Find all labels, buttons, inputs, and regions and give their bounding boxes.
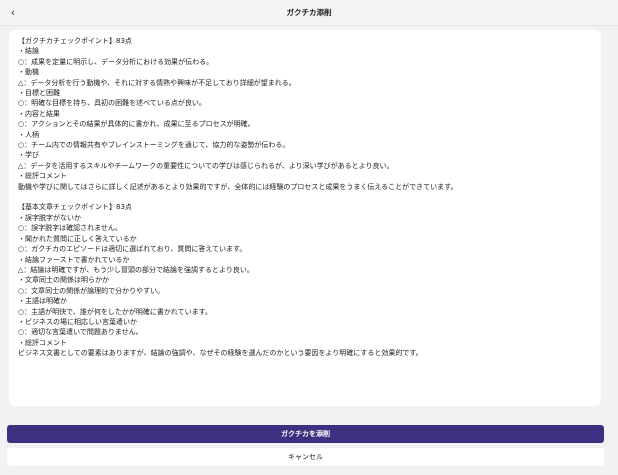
page-title: ガクチカ添削 [286, 8, 332, 17]
cancel-button[interactable]: キャンセル [7, 448, 604, 466]
section-1-line: 動機や学びに関してはさらに詳しく記述があるとより効果的ですが、全体的には経験のプ… [18, 182, 458, 191]
section-2-line: ○：主語が明快で、誰が何をしたかが明確に書かれています。 [18, 307, 212, 316]
section-1-line: ○：アクションとその結果が具体的に書かれ、成果に至るプロセスが明確。 [18, 120, 255, 129]
gakuchika-correct-button[interactable]: ガクチカを添削 [7, 425, 604, 443]
section-1-line: ○：明確な目標を持ち、具初の困難を述べている点が良い。 [18, 99, 206, 108]
section-2-line: ・聞かれた質問に正しく答えているか [18, 234, 137, 243]
section-1-line: ・学び [18, 151, 39, 160]
section-2-line: ・主語は明確か [18, 297, 67, 306]
section-1-line: △：データ分析を行う動機や、それに対する情熱や興味が不足しており詳細が望まれる。 [18, 78, 296, 87]
section-1-line: ・内容と結果 [18, 109, 60, 118]
section-2-line: ○：文章同士の関係が論理的で分かりやすい。 [18, 286, 165, 295]
section-1-line: △：データを活用するスキルやチームワークの重要性についての学びは感じられるが、よ… [18, 161, 394, 170]
section-2-line: △：結論は明確ですが、もう少し冒頭の部分で結論を強調するとより良い。 [18, 265, 254, 274]
section-2-line: ○：適切な言葉遣いで問題ありません。 [18, 328, 143, 337]
section-2-line: ビジネス文書としての要素はありますが、結論の強調や、なぜその経験を選んだのかとい… [18, 349, 423, 358]
section-2-line: ・ビジネスの場に相応しい言葉遣いか [18, 317, 137, 326]
section-2-line: ・誤字脱字がないか [18, 213, 81, 222]
section-1-line: ・人柄 [18, 130, 39, 139]
header-bar: ‹ ガクチカ添削 [0, 0, 618, 26]
section-1-line: ・動機 [18, 68, 39, 77]
section-1-line: 【ガクチカチェックポイント】83点 [18, 37, 132, 45]
section-1-line: ・総評コメント [18, 172, 67, 181]
feedback-content: 【ガクチカチェックポイント】83点 ・結論 ○：成果を定量に明示し、データ分析に… [9, 30, 601, 359]
section-1-line: ○：成果を定量に明示し、データ分析における効果が伝わる。 [18, 57, 214, 66]
section-1-line: ・結論 [18, 47, 39, 56]
section-2-line: ・総評コメント [18, 338, 67, 347]
section-2-line: 【基本文章チェックポイント】83点 [18, 203, 132, 212]
feedback-card: 【ガクチカチェックポイント】83点 ・結論 ○：成果を定量に明示し、データ分析に… [9, 30, 601, 406]
section-gakuchika-check: 【ガクチカチェックポイント】83点 ・結論 ○：成果を定量に明示し、データ分析に… [18, 36, 591, 192]
section-2-line: ○：ガクチカのエピソードは適切に選ばれており、質問に答えています。 [18, 245, 247, 254]
section-basic-writing-check: 【基本文章チェックポイント】83点 ・誤字脱字がないか ○：誤字脱字は確認されま… [18, 202, 591, 358]
section-2-line: ・結論ファーストで書かれているか [18, 255, 130, 264]
section-2-line: ・文章同士の関係は明らかか [18, 276, 109, 285]
section-1-line: ・目標と困難 [18, 89, 60, 98]
section-1-line: ○：チーム内での情報共有やブレインストーミングを通じて、協力的な姿勢が伝わる。 [18, 141, 290, 150]
section-2-line: ○：誤字脱字は確認されません。 [18, 224, 122, 233]
